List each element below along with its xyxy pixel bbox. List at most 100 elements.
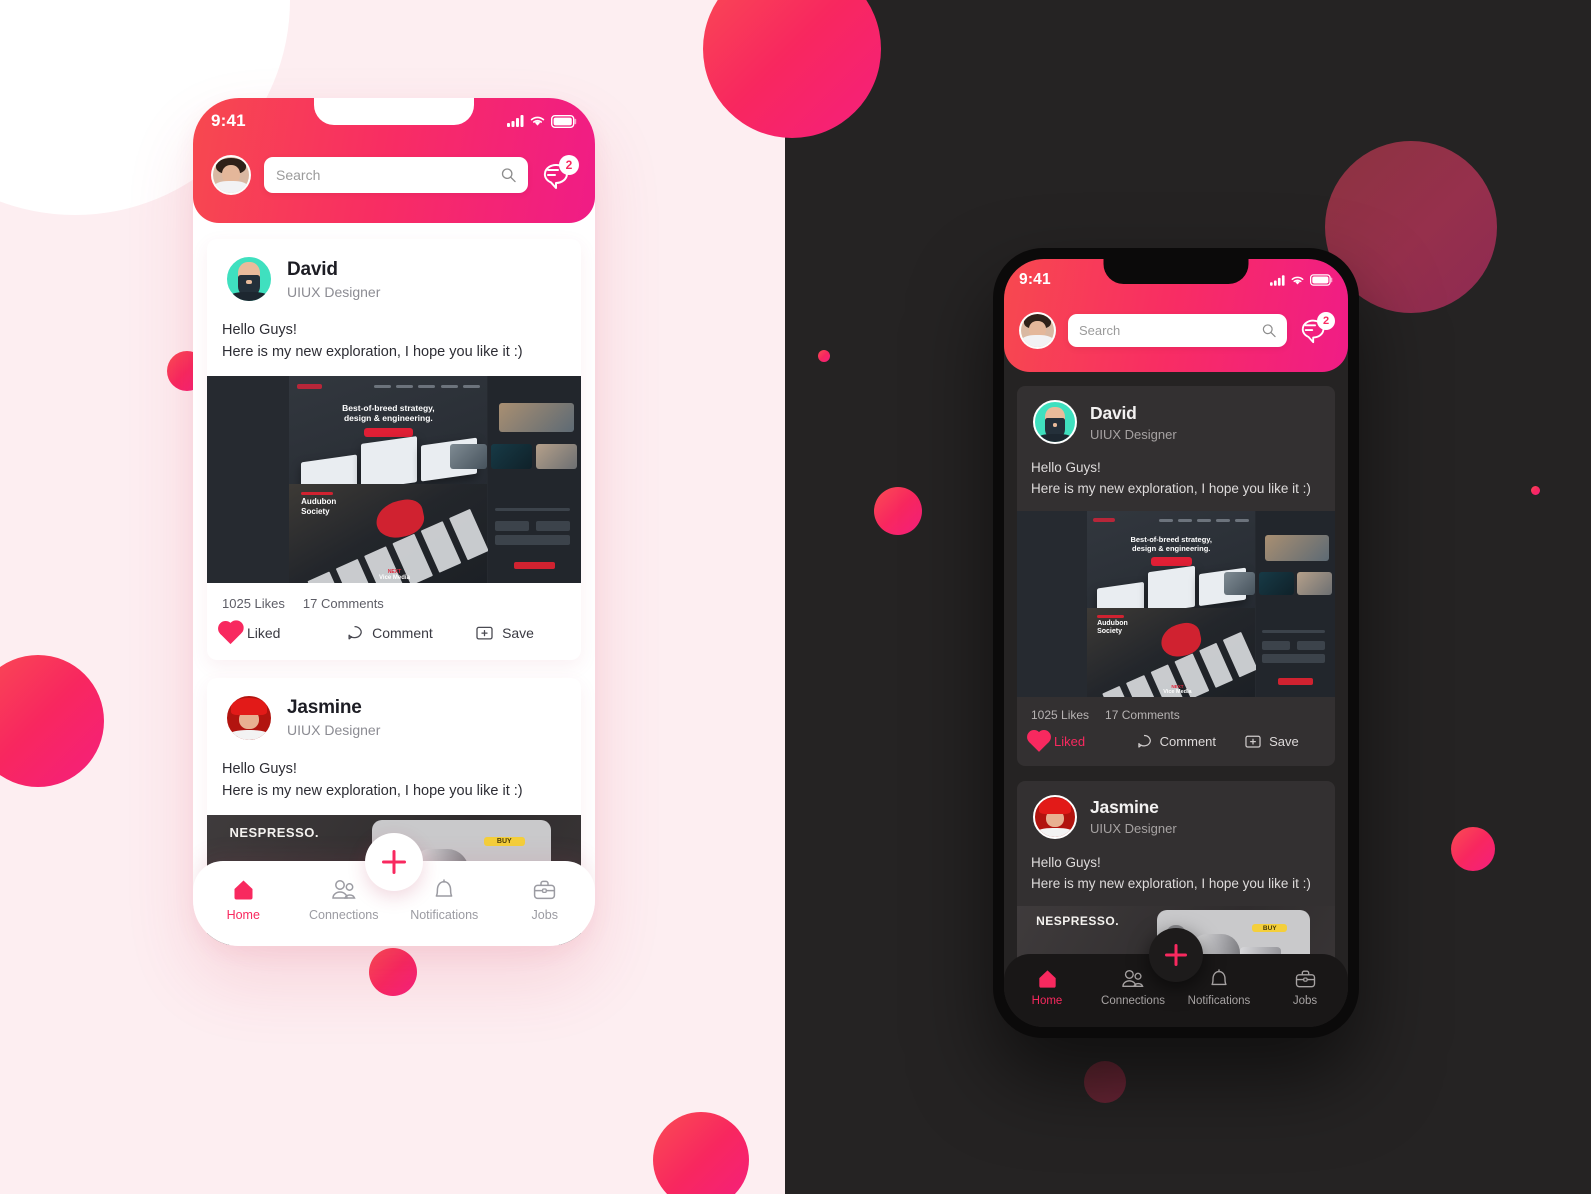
post-author-role: UIUX Designer	[1090, 821, 1177, 837]
search-icon[interactable]	[1262, 323, 1276, 338]
post-header: David UIUX Designer	[1017, 386, 1335, 449]
briefcase-icon[interactable]	[1295, 969, 1316, 989]
post-text: Hello Guys! Here is my new exploration, …	[1017, 844, 1335, 906]
save-button[interactable]: Save	[1245, 734, 1299, 749]
bell-icon[interactable]	[1209, 969, 1229, 989]
mock-buy-label: BUY	[483, 836, 525, 847]
briefcase-icon[interactable]	[533, 879, 556, 901]
david-avatar[interactable]	[1033, 400, 1077, 444]
save-button[interactable]: Save	[476, 625, 534, 641]
mock-section-label-1: Audubon	[301, 497, 337, 507]
search-box[interactable]	[264, 157, 528, 193]
canvas: 9:41 Search 2 David UIUX Designer Hello …	[0, 0, 1591, 1194]
tab-jobs-label: Jobs	[1292, 995, 1318, 1007]
tab-connections-label: Connections	[1101, 995, 1165, 1007]
heart-icon[interactable]	[219, 622, 242, 645]
app-header: 9:41 Search 2	[193, 98, 595, 223]
save-folder-icon[interactable]	[1245, 734, 1261, 749]
mock-hero-line-1: Best-of-breed strategy,	[1130, 535, 1212, 545]
wifi-icon	[1291, 276, 1304, 285]
tab-jobs[interactable]: Jobs	[1262, 969, 1348, 1007]
mock-vice-brand: Vice Media	[1163, 688, 1192, 695]
create-post-fab[interactable]	[1149, 928, 1203, 982]
mock-hero-line-1: Best-of-breed strategy,	[342, 402, 435, 413]
home-icon[interactable]	[232, 879, 255, 901]
status-time: 9:41	[211, 111, 246, 130]
post-stats: 1025 Likes 17 Comments	[207, 583, 581, 615]
heart-icon[interactable]	[1029, 731, 1049, 752]
post-header: Jasmine UIUX Designer	[207, 678, 581, 748]
post-card[interactable]: David UIUX Designer Hello Guys! Here is …	[1017, 386, 1335, 766]
plus-icon[interactable]	[382, 850, 406, 874]
messages-button[interactable]: 2	[541, 155, 579, 191]
comment-button[interactable]: Comment	[346, 625, 476, 642]
save-label: Save	[502, 625, 534, 642]
jasmine-avatar[interactable]	[1033, 794, 1077, 839]
post-actions: Liked Comment Save	[207, 615, 581, 660]
phone-dark-mockup: 9:41 Search 2 David UIUX Designer Hello …	[993, 248, 1359, 1038]
search-icon[interactable]	[501, 167, 516, 183]
people-icon[interactable]	[1121, 969, 1145, 989]
post-text: Hello Guys! Here is my new exploration, …	[1017, 449, 1335, 511]
jasmine-avatar[interactable]	[225, 693, 273, 742]
bottom-navigation[interactable]: Home Connections Notifications Jobs	[193, 833, 596, 946]
comment-label: Comment	[372, 625, 433, 642]
post-image[interactable]: Best-of-breed strategy, design & enginee…	[207, 375, 581, 583]
search-box[interactable]	[1068, 313, 1287, 347]
like-button[interactable]: Liked	[1029, 731, 1136, 752]
comment-bubble-icon[interactable]	[1136, 734, 1152, 750]
post-author-name: David	[287, 258, 338, 280]
tab-home[interactable]: Home	[193, 879, 294, 922]
status-time: 9:41	[1019, 271, 1051, 288]
decorative-circle	[369, 948, 417, 996]
comment-button[interactable]: Comment	[1136, 734, 1245, 750]
david-avatar[interactable]	[225, 255, 273, 303]
post-image[interactable]: Best-of-breed strategy, design & enginee…	[1017, 510, 1335, 697]
bell-icon[interactable]	[433, 879, 455, 901]
plus-icon[interactable]	[1165, 944, 1187, 966]
bottom-navigation[interactable]: Home Connections Notifications Jobs	[1004, 928, 1348, 1027]
search-input[interactable]	[1079, 322, 1263, 338]
messages-badge: 2	[1317, 312, 1335, 330]
decorative-circle	[1084, 1061, 1126, 1103]
post-header: Jasmine UIUX Designer	[1017, 781, 1335, 844]
comment-bubble-icon[interactable]	[346, 625, 363, 642]
tab-home[interactable]: Home	[1004, 969, 1090, 1007]
mock-section-label-2: Society	[301, 506, 330, 516]
people-icon[interactable]	[331, 879, 357, 901]
comments-count: 17 Comments	[302, 595, 384, 611]
mock-hero-line-2: design & engineering.	[1132, 544, 1211, 554]
user-avatar[interactable]	[211, 155, 251, 195]
tab-notifications-label: Notifications	[410, 908, 479, 922]
post-header: David UIUX Designer	[207, 239, 581, 309]
save-label: Save	[1269, 734, 1299, 750]
tab-notifications-label: Notifications	[1187, 995, 1251, 1007]
search-input[interactable]	[276, 167, 501, 183]
post-author-name: David	[1090, 402, 1137, 423]
post-author-name: Jasmine	[287, 697, 362, 719]
battery-icon	[1310, 274, 1333, 286]
feed[interactable]: David UIUX Designer Hello Guys! Here is …	[1004, 372, 1348, 1016]
create-post-fab[interactable]	[365, 833, 423, 891]
mock-vice-brand: Vice Media	[379, 574, 410, 581]
home-icon[interactable]	[1037, 969, 1058, 989]
decorative-circle	[1451, 827, 1495, 871]
save-folder-icon[interactable]	[476, 625, 493, 641]
post-text-line-1: Hello Guys!	[222, 322, 297, 338]
tab-connections-label: Connections	[309, 908, 379, 922]
post-text-line-2: Here is my new exploration, I hope you l…	[222, 344, 523, 361]
likes-count: 1025 Likes	[222, 595, 285, 611]
battery-icon	[551, 114, 577, 128]
mock-buy-label: BUY	[1252, 924, 1288, 933]
messages-button[interactable]: 2	[1299, 312, 1335, 345]
tab-jobs[interactable]: Jobs	[495, 879, 596, 922]
messages-badge: 2	[559, 155, 579, 175]
post-author-role: UIUX Designer	[287, 722, 381, 739]
user-avatar[interactable]	[1019, 311, 1056, 349]
like-button[interactable]: Liked	[219, 622, 346, 645]
comments-count: 17 Comments	[1105, 707, 1180, 722]
post-text-line-2: Here is my new exploration, I hope you l…	[222, 783, 523, 800]
app-header: 9:41 Search 2	[1004, 259, 1348, 372]
post-card[interactable]: David UIUX Designer Hello Guys! Here is …	[207, 239, 581, 660]
mock-section-label-1: Audubon	[1097, 620, 1128, 628]
